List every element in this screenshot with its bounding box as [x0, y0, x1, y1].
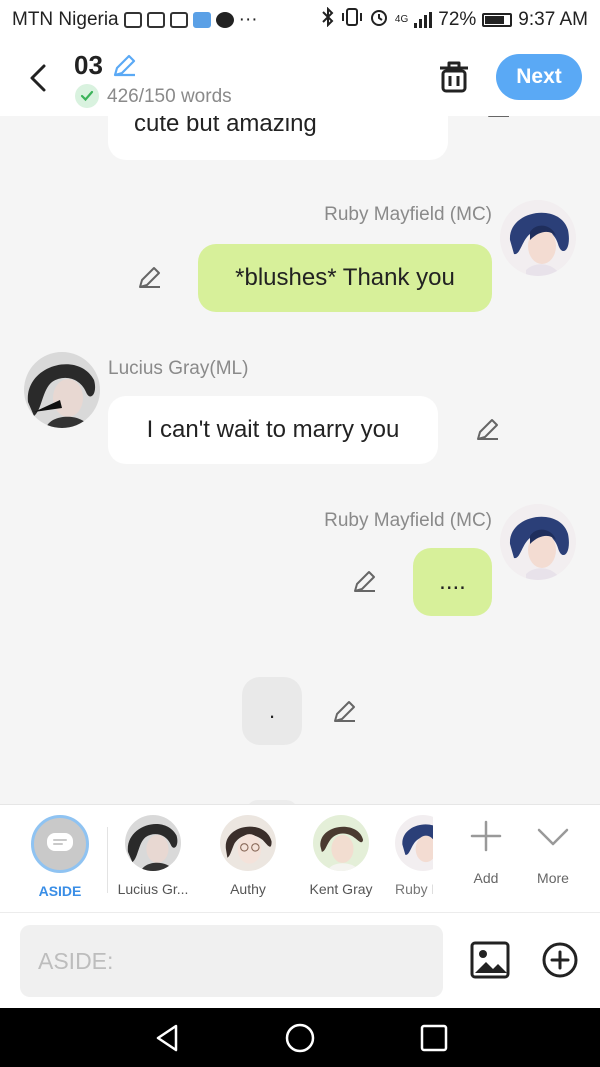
- aside-circle: [31, 815, 89, 873]
- add-character-button[interactable]: Add: [456, 819, 516, 886]
- add-content-button[interactable]: [541, 941, 579, 979]
- character-label: Authy: [230, 881, 266, 897]
- battery-icon: [482, 13, 513, 27]
- sender-name: Ruby Mayfield (MC): [324, 204, 492, 225]
- plus-circle-icon: [542, 942, 578, 978]
- carrier-label: MTN Nigeria: [12, 9, 119, 30]
- more-button[interactable]: More: [523, 819, 583, 886]
- chevron-left-icon: [30, 64, 46, 92]
- character-label: Kent Gray: [309, 881, 373, 897]
- edit-title-button[interactable]: [110, 52, 138, 80]
- chevron-down-icon: [537, 828, 569, 846]
- sender-name: Ruby Mayfield (MC): [324, 510, 492, 531]
- network-type: 4G: [394, 14, 409, 25]
- check-icon: [75, 84, 99, 108]
- chat-icon: [215, 12, 234, 28]
- square-recents-icon: [420, 1024, 448, 1052]
- aside-input[interactable]: [20, 925, 443, 997]
- chat-area: cute but amazing Ruby Mayfield (MC) *blu…: [0, 116, 600, 804]
- trash-icon: [440, 61, 468, 93]
- notification-icon: [123, 12, 142, 28]
- character-selector: ASIDE Lucius Gr... Authy Kent Gray Ruby …: [0, 804, 600, 912]
- delete-button[interactable]: [436, 58, 472, 96]
- avatar: [395, 815, 433, 871]
- status-bar: MTN Nigeria ··· 4G 72% 9:37 AM: [0, 0, 600, 40]
- aside-bubble[interactable]: .: [242, 677, 302, 745]
- plus-icon: [470, 820, 502, 852]
- calendar-icon: [169, 12, 188, 28]
- pencil-icon[interactable]: [330, 698, 358, 726]
- nav-home-button[interactable]: [284, 1022, 316, 1054]
- triangle-back-icon: [156, 1024, 178, 1052]
- vibrate-icon: [341, 7, 363, 33]
- nav-recents-button[interactable]: [418, 1022, 450, 1054]
- add-label: Add: [473, 870, 499, 886]
- character-label: Lucius Gr...: [117, 881, 189, 897]
- editor-header: 03 426/150 words Next: [0, 40, 600, 116]
- message-bubble[interactable]: I can't wait to marry you: [108, 396, 438, 464]
- pencil-icon[interactable]: [350, 568, 378, 596]
- word-count: 426/150 words: [107, 86, 232, 107]
- episode-title[interactable]: 03: [74, 50, 103, 81]
- character-label: Ruby M: [395, 881, 433, 897]
- character-kent-gray[interactable]: Kent Gray: [296, 815, 386, 897]
- pencil-icon[interactable]: [473, 416, 501, 444]
- system-nav-bar: [0, 1008, 600, 1067]
- more-notifications-icon: ···: [238, 9, 258, 30]
- app-icon: [192, 12, 211, 28]
- circle-home-icon: [285, 1023, 315, 1053]
- character-authy[interactable]: Authy: [203, 815, 293, 897]
- input-bar: [0, 912, 600, 1008]
- bluetooth-icon: [321, 6, 335, 33]
- aside-label: ASIDE: [38, 883, 82, 899]
- avatar: [220, 815, 276, 871]
- pencil-icon[interactable]: [484, 116, 512, 120]
- pencil-icon[interactable]: [135, 264, 163, 292]
- message-bubble[interactable]: cute but amazing: [108, 116, 448, 160]
- avatar[interactable]: [500, 504, 576, 580]
- alarm-icon: [369, 7, 389, 33]
- avatar[interactable]: [500, 200, 576, 276]
- message-bubble[interactable]: ....: [413, 548, 492, 616]
- nav-back-button[interactable]: [152, 1022, 184, 1054]
- back-button[interactable]: [20, 58, 56, 98]
- character-lucius[interactable]: Lucius Gr...: [108, 815, 198, 897]
- image-icon: [470, 941, 510, 979]
- aside-selector[interactable]: ASIDE: [15, 815, 105, 899]
- clock: 9:37 AM: [518, 9, 588, 30]
- avatar[interactable]: [24, 352, 100, 428]
- message-bubble[interactable]: *blushes* Thank you: [198, 244, 492, 312]
- notification-icon: [146, 12, 165, 28]
- sender-name: Lucius Gray(ML): [108, 358, 249, 379]
- battery-percent: 72%: [438, 9, 477, 30]
- avatar: [125, 815, 181, 871]
- more-label: More: [537, 870, 569, 886]
- character-ruby[interactable]: Ruby M: [383, 815, 433, 897]
- next-button[interactable]: Next: [496, 54, 582, 100]
- signal-icon: [414, 12, 433, 28]
- insert-image-button[interactable]: [470, 941, 510, 979]
- speech-bubble-icon: [47, 833, 73, 851]
- pencil-icon: [113, 54, 136, 77]
- avatar: [313, 815, 369, 871]
